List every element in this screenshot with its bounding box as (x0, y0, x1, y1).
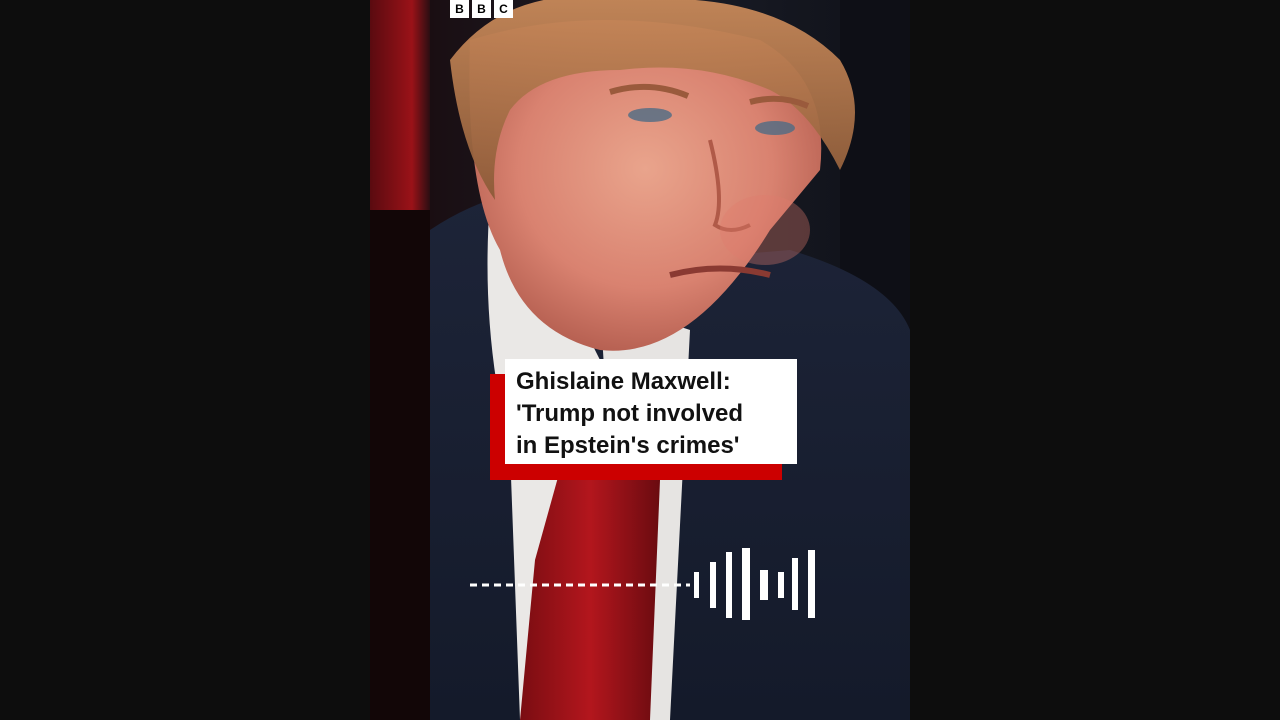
bbc-logo-letter: B (472, 0, 491, 18)
video-player[interactable]: B B C Ghislaine Maxwell: 'Trump not invo… (0, 0, 1280, 720)
bbc-logo: B B C (450, 0, 513, 18)
headline-text: Ghislaine Maxwell: 'Trump not involved i… (516, 368, 744, 459)
bbc-logo-letter: C (494, 0, 513, 18)
bbc-logo-letter: B (450, 0, 469, 18)
audio-waveform-icon (470, 548, 815, 620)
